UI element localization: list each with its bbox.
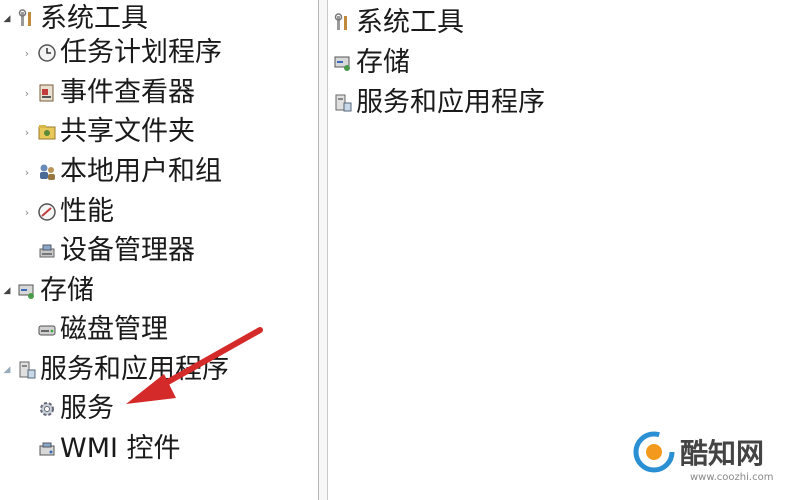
tools-icon (17, 9, 37, 29)
tree-node-system-tools[interactable]: ◢ 系统工具 (0, 0, 148, 38)
disk-icon (37, 320, 57, 340)
tree-node-device-manager[interactable]: 设备管理器 (34, 232, 195, 270)
watermark: 酷知网 www.coozhi.com (632, 424, 792, 494)
tree-node-performance[interactable]: › 性能 (20, 193, 114, 231)
collapsed-arrow-icon[interactable]: › (20, 47, 34, 60)
tree-node-task-scheduler[interactable]: › 任务计划程序 (20, 34, 222, 72)
tree-node-services[interactable]: 服务 (34, 390, 114, 428)
list-item-label: 服务和应用程序 (356, 87, 545, 118)
tree-node-label: 任务计划程序 (60, 37, 222, 68)
performance-icon (37, 202, 57, 222)
tree-node-label: 服务 (60, 393, 114, 424)
tree-node-storage[interactable]: ◢ 存储 (0, 272, 94, 310)
collapsed-arrow-icon[interactable]: › (20, 87, 34, 100)
tree-node-label: 性能 (60, 196, 114, 227)
storage-icon (333, 53, 353, 73)
expanded-arrow-icon[interactable]: ◢ (0, 365, 14, 375)
list-item-services-apps[interactable]: 服务和应用程序 (330, 84, 545, 122)
gear-icon (37, 399, 57, 419)
tools-icon (333, 13, 353, 33)
expanded-arrow-icon[interactable]: ◢ (0, 286, 14, 296)
annotation-arrow (126, 327, 263, 404)
tree-node-label: 本地用户和组 (60, 156, 222, 187)
watermark-name: 酷知网 (680, 437, 765, 470)
collapsed-arrow-icon[interactable]: › (20, 166, 34, 179)
clock-icon (37, 43, 57, 63)
tree-node-label: 系统工具 (40, 3, 148, 34)
list-item-system-tools[interactable]: 系统工具 (330, 4, 464, 42)
storage-icon (17, 281, 37, 301)
coozhi-logo-icon (633, 431, 675, 473)
tree-node-label: 存储 (40, 275, 94, 306)
wmi-icon (37, 439, 57, 459)
list-item-storage[interactable]: 存储 (330, 44, 410, 82)
services-apps-icon (333, 93, 353, 113)
content-pane: 系统工具 存储 服务和应用程序 酷知网 www.coozhi.com (328, 0, 800, 500)
tree-node-event-viewer[interactable]: › 事件查看器 (20, 74, 195, 112)
collapsed-arrow-icon[interactable]: › (20, 126, 34, 139)
shared-folder-icon (37, 122, 57, 142)
tree-node-label: 事件查看器 (60, 77, 195, 108)
device-manager-icon (37, 241, 57, 261)
watermark-url: www.coozhi.com (690, 472, 774, 483)
pane-splitter[interactable] (318, 0, 328, 500)
event-viewer-icon (37, 83, 57, 103)
tree-node-shared-folders[interactable]: › 共享文件夹 (20, 113, 195, 151)
tree-node-label: WMI 控件 (60, 433, 181, 464)
list-item-label: 存储 (356, 47, 410, 78)
collapsed-arrow-icon[interactable]: › (20, 206, 34, 219)
navigation-tree: ◢ 系统工具 › 任务计划程序 › 事件查看器 › 共享文件夹 › 本地用户和组… (0, 0, 318, 500)
tree-node-label: 设备管理器 (60, 235, 195, 266)
tree-node-wmi-control[interactable]: WMI 控件 (34, 430, 181, 468)
tree-node-label: 共享文件夹 (60, 116, 195, 147)
expanded-arrow-icon[interactable]: ◢ (0, 14, 14, 24)
list-item-label: 系统工具 (356, 7, 464, 38)
tree-node-local-users-groups[interactable]: › 本地用户和组 (20, 153, 222, 191)
users-icon (37, 162, 57, 182)
services-apps-icon (17, 360, 37, 380)
